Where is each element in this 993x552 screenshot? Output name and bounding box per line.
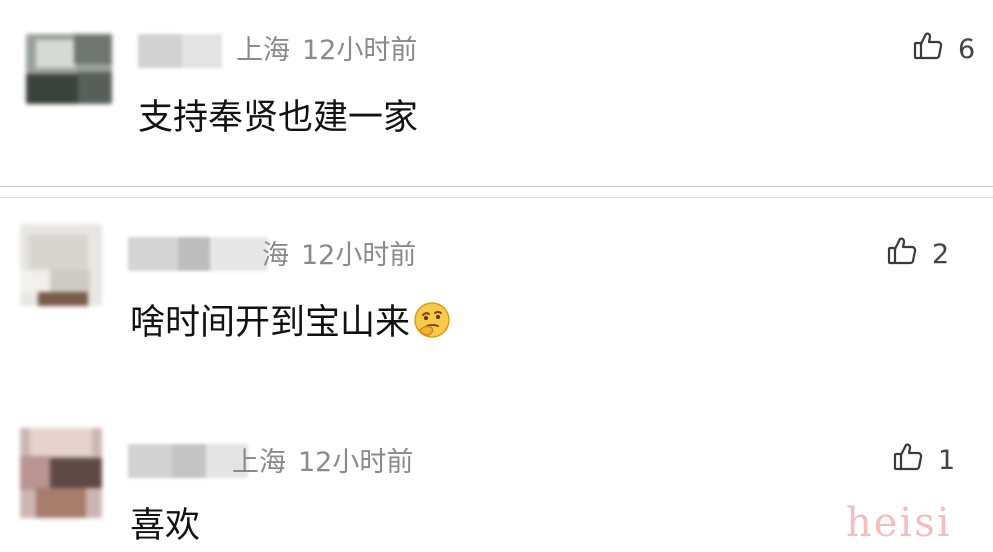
comment-meta: 上海 12小时前 [232, 446, 413, 480]
timestamp: 12小时前 [298, 447, 414, 478]
avatar[interactable] [20, 428, 102, 518]
like-button[interactable]: 2 [886, 236, 949, 272]
comment-text: 喜欢 [130, 506, 201, 546]
location-label: 上海 [236, 35, 290, 66]
thumbs-up-icon [892, 441, 924, 480]
thumbs-up-icon [912, 30, 944, 69]
comment-item: 上海 12小时前 支持奉贤也建一家 6 [0, 0, 993, 186]
thumbs-up-icon [886, 235, 918, 274]
like-count: 2 [932, 238, 950, 270]
like-button[interactable]: 6 [912, 31, 975, 67]
comment-item: 海 12小时前 啥时间开到宝山来 2 [0, 198, 993, 398]
timestamp: 12小时前 [302, 35, 418, 66]
username[interactable] [138, 34, 222, 68]
avatar[interactable] [20, 224, 102, 306]
comment-text: 支持奉贤也建一家 [138, 98, 419, 138]
like-button[interactable]: 1 [892, 442, 955, 478]
username[interactable] [128, 237, 268, 271]
watermark: heisi [846, 500, 952, 546]
location-label: 海 [262, 240, 289, 271]
like-count: 6 [958, 33, 976, 65]
username[interactable] [128, 444, 248, 478]
comment-text: 啥时间开到宝山来 [130, 300, 452, 345]
thinking-face-emoji [412, 300, 452, 340]
comment-item: 上海 12小时前 喜欢 1 [0, 410, 993, 552]
timestamp: 12小时前 [301, 240, 417, 271]
location-label: 上海 [232, 447, 286, 478]
like-count: 1 [938, 444, 956, 476]
avatar[interactable] [26, 34, 112, 104]
comment-text-content: 啥时间开到宝山来 [130, 303, 411, 343]
comment-meta: 海 12小时前 [262, 239, 416, 273]
comment-meta: 上海 12小时前 [236, 34, 417, 68]
divider [0, 186, 993, 187]
